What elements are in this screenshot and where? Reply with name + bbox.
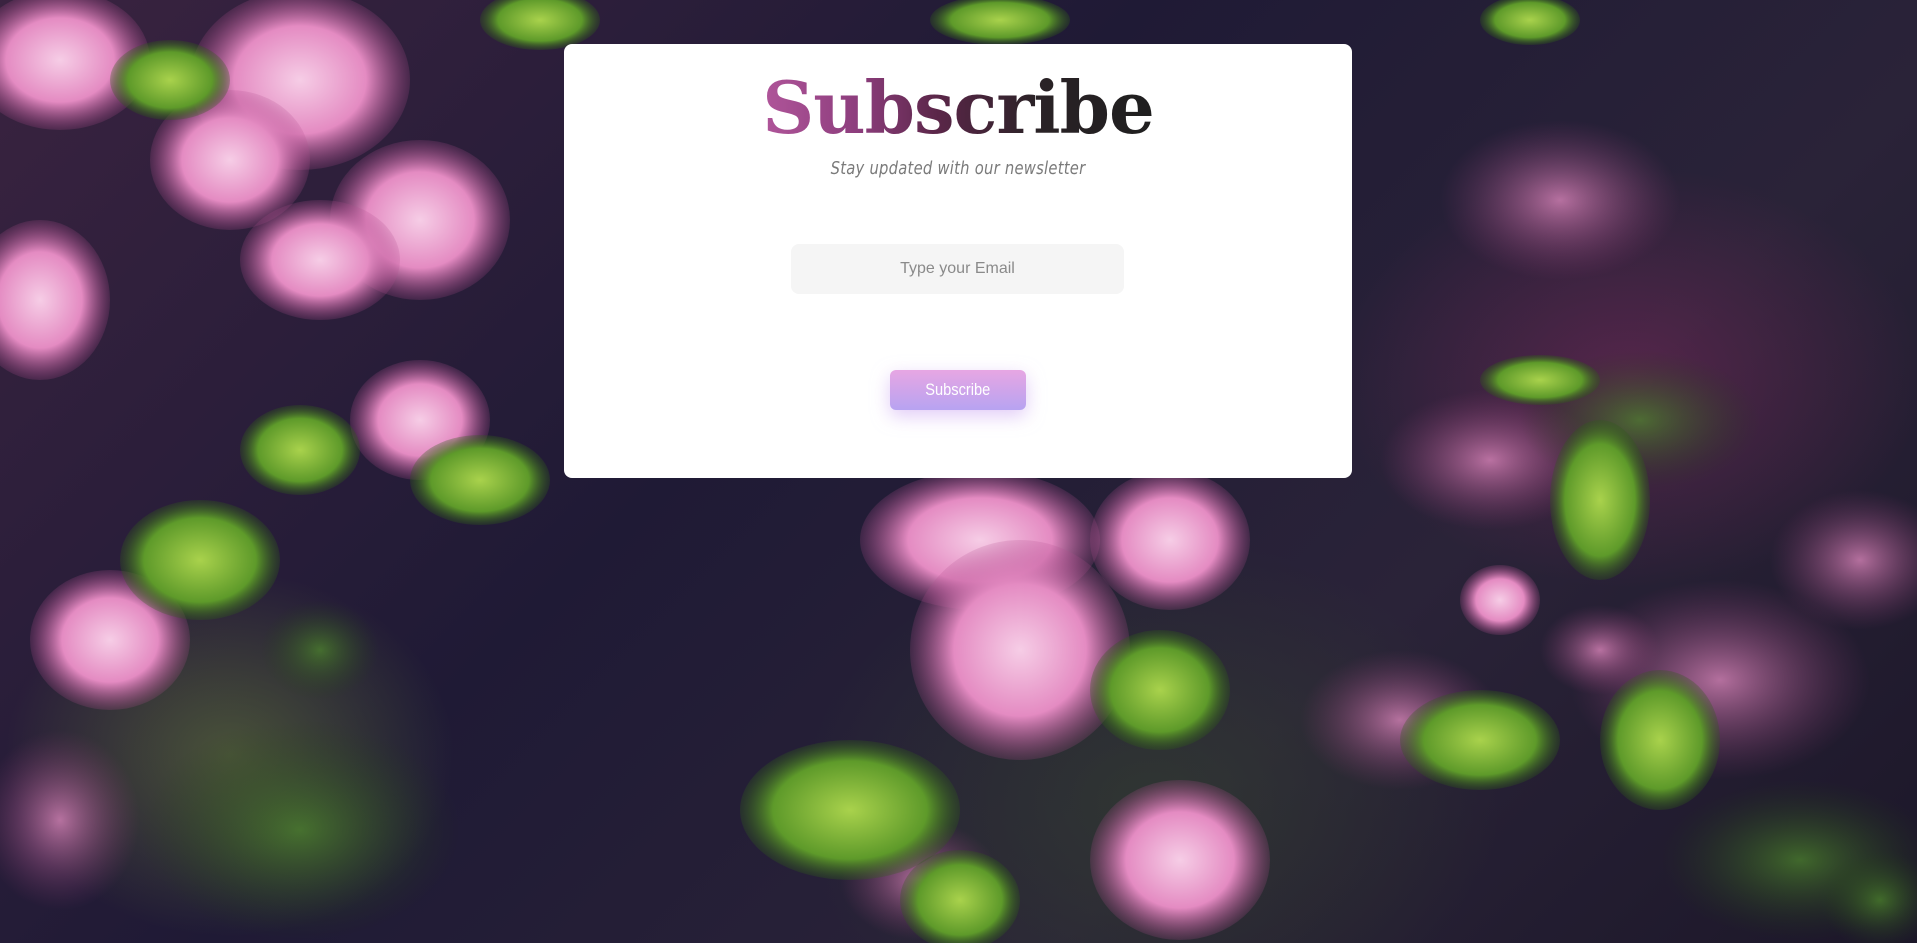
subtitle-text: Stay updated with our newsletter — [830, 158, 1086, 179]
subscribe-button-label: Subscribe — [925, 380, 991, 399]
email-field[interactable] — [791, 244, 1124, 294]
title-container: Subscribe — [564, 64, 1352, 154]
page-title: Subscribe — [762, 64, 1154, 154]
subscribe-button[interactable]: Subscribe — [890, 370, 1026, 410]
subscribe-card: Subscribe Stay updated with our newslett… — [564, 44, 1352, 478]
